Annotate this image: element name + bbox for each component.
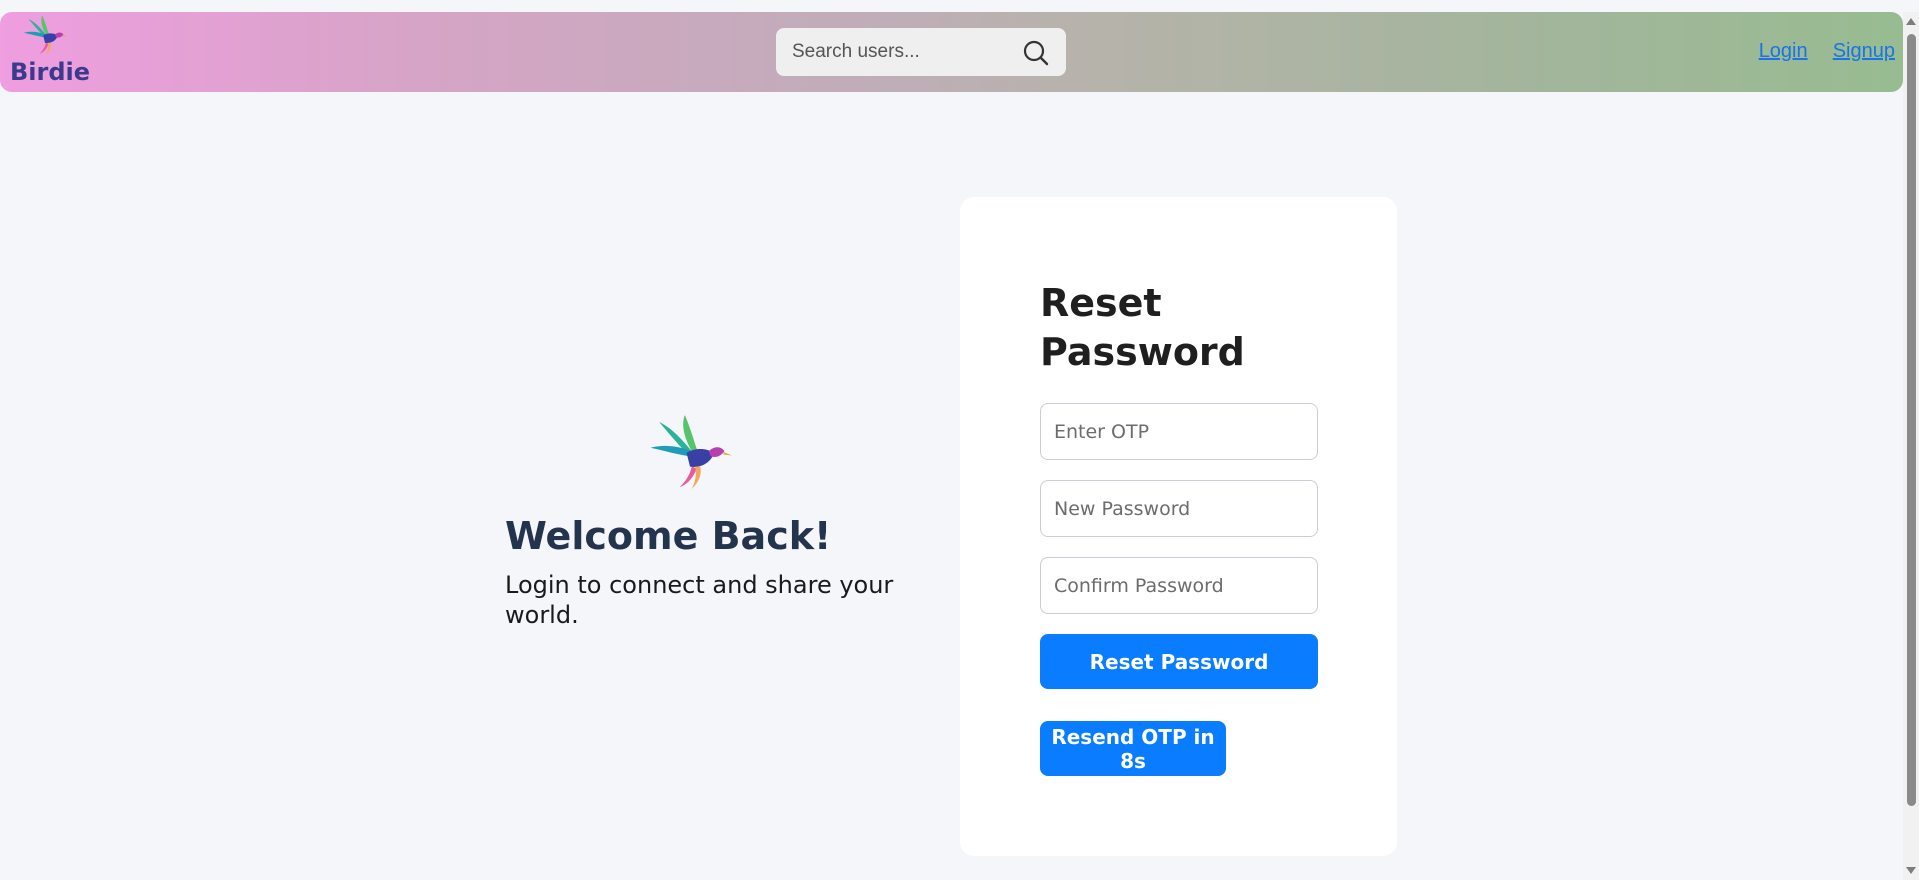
search-input[interactable] — [776, 28, 1022, 76]
nav-links: Login Signup — [1739, 40, 1895, 63]
welcome-title: Welcome Back! — [505, 514, 832, 558]
new-password-input[interactable] — [1040, 480, 1318, 537]
scrollbar-thumb[interactable] — [1907, 34, 1916, 806]
otp-input[interactable] — [1040, 403, 1318, 460]
reset-password-button[interactable]: Reset Password — [1040, 634, 1318, 689]
browser-top-strip — [0, 0, 1919, 12]
welcome-subtitle: Login to connect and share your world. — [505, 571, 894, 629]
scroll-down-arrow-icon[interactable] — [1906, 867, 1916, 874]
vertical-scrollbar[interactable] — [1903, 12, 1919, 880]
brand-name: Birdie — [10, 58, 91, 86]
reset-password-card: Reset Password Reset Password Resend OTP… — [960, 197, 1397, 856]
confirm-password-input[interactable] — [1040, 557, 1318, 614]
brand-link[interactable]: Birdie — [10, 12, 90, 92]
search-icon[interactable] — [1023, 40, 1049, 66]
reset-password-title: Reset Password — [1040, 281, 1245, 374]
search-bar — [776, 28, 1066, 76]
navbar: Birdie Login Signup — [0, 12, 1903, 92]
resend-otp-button[interactable]: Resend OTP in 8s — [1040, 721, 1226, 776]
hummingbird-logo-icon — [23, 15, 68, 55]
scroll-up-arrow-icon[interactable] — [1906, 18, 1916, 25]
login-link[interactable]: Login — [1759, 40, 1808, 63]
hummingbird-logo-icon — [650, 415, 733, 489]
signup-link[interactable]: Signup — [1833, 40, 1895, 63]
